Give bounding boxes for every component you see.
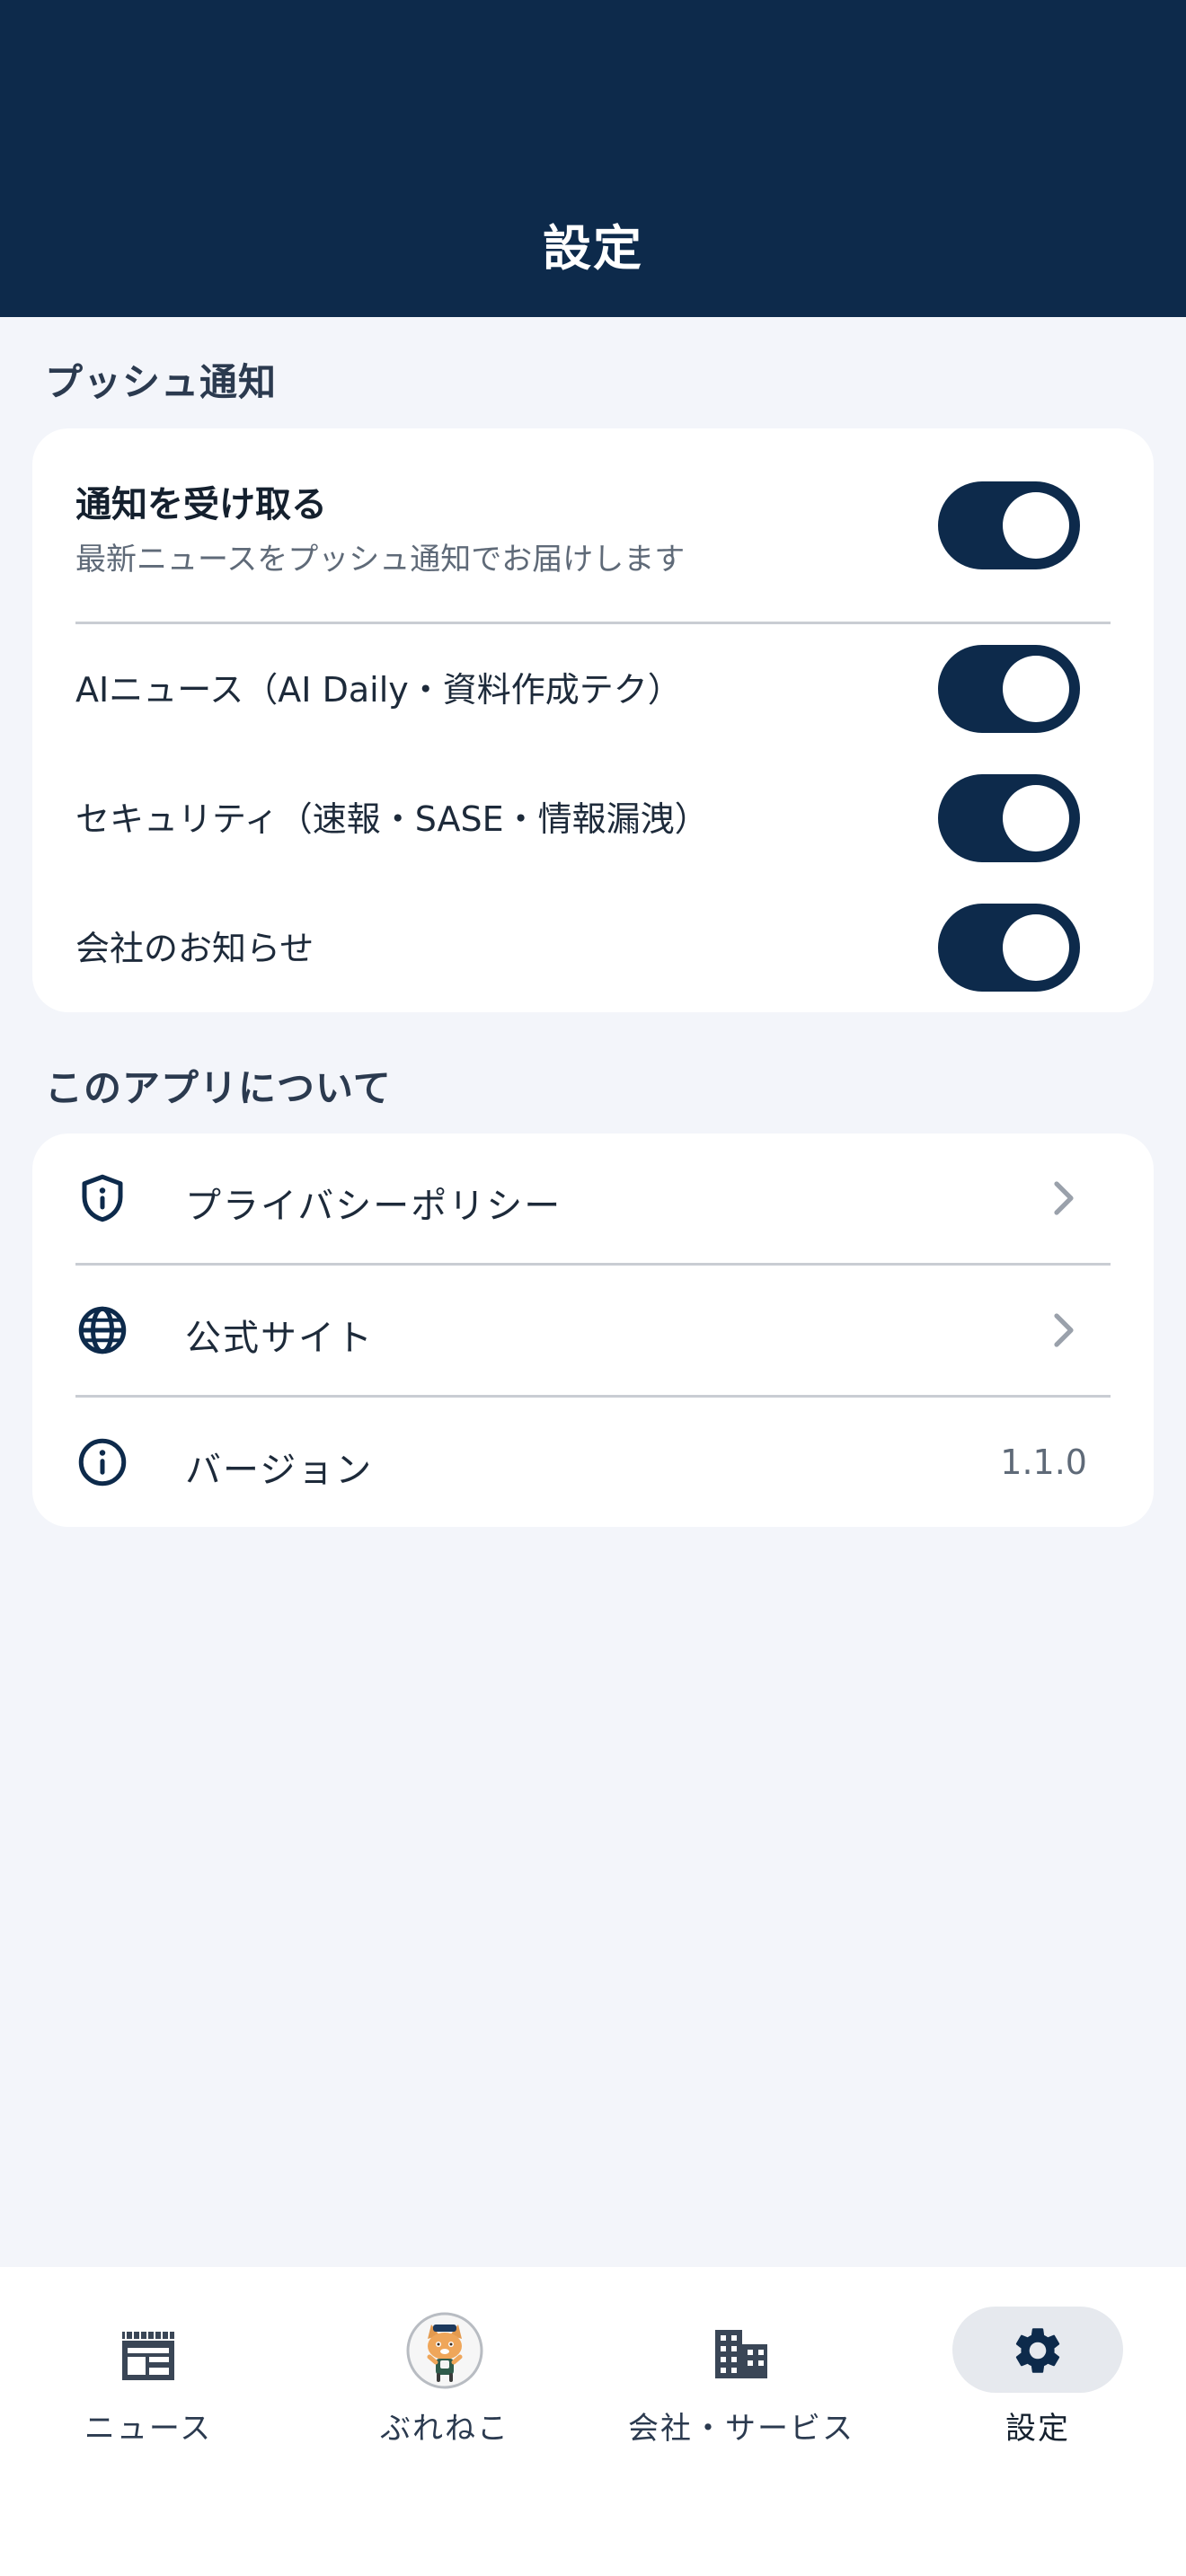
cat-avatar-icon <box>406 2312 483 2389</box>
tab-settings-label: 設定 <box>1005 2411 1070 2447</box>
info-icon <box>78 1438 127 1486</box>
tab-bureneko[interactable]: ぶれねこ <box>310 2303 580 2456</box>
tab-company-services-label: 会社・サービス <box>628 2411 854 2447</box>
toggle-knob <box>1003 785 1069 851</box>
tab-company-services[interactable]: 会社・サービス <box>606 2303 876 2456</box>
tab-settings-icon-wrap <box>1010 2323 1066 2382</box>
toggle-knob <box>1003 492 1069 559</box>
section-title-about: このアプリについて <box>45 1066 392 1110</box>
ai-news-toggle[interactable] <box>938 645 1080 733</box>
tab-news[interactable]: ニュース <box>13 2303 283 2456</box>
gear-icon <box>1015 2328 1060 2373</box>
tab-news-icon-wrap <box>120 2330 176 2386</box>
security-toggle[interactable] <box>938 774 1080 862</box>
version-row: バージョン 1.1.0 <box>32 1398 1154 1527</box>
newspaper-icon <box>122 2332 174 2380</box>
toggle-knob <box>1003 914 1069 981</box>
version-label: バージョン <box>185 1450 374 1491</box>
receive-notifications-title: 通知を受け取る <box>75 484 327 525</box>
building-icon <box>715 2330 767 2378</box>
row-receive-notifications: 通知を受け取る 最新ニュースをプッシュ通知でお届けします <box>32 428 1154 624</box>
official-site-row[interactable]: 公式サイト <box>32 1266 1154 1395</box>
receive-notifications-subtitle: 最新ニュースをプッシュ通知でお届けします <box>75 542 686 578</box>
push-settings-card: 通知を受け取る 最新ニュースをプッシュ通知でお届けします AIニュース（AI D… <box>32 428 1154 1012</box>
app-header: 設定 <box>0 0 1186 317</box>
tab-bureneko-label: ぶれねこ <box>380 2411 509 2447</box>
shield-icon <box>82 1174 123 1222</box>
bottom-tab-bar: ニュース ぶれねこ 会社・サービス 設定 <box>0 2267 1186 2576</box>
official-site-label: 公式サイト <box>185 1318 374 1359</box>
section-title-push: プッシュ通知 <box>45 360 278 404</box>
row-security: セキュリティ（速報・SASE・情報漏洩） <box>32 754 1154 883</box>
receive-notifications-toggle[interactable] <box>938 481 1080 569</box>
tab-bureneko-icon-wrap <box>406 2312 483 2393</box>
company-news-label: 会社のお知らせ <box>75 929 314 968</box>
tab-settings[interactable]: 設定 <box>903 2303 1173 2456</box>
version-value: 1.1.0 <box>1000 1442 1087 1482</box>
company-news-toggle[interactable] <box>938 904 1080 992</box>
page-title: 設定 <box>543 220 643 277</box>
globe-icon <box>78 1306 127 1354</box>
privacy-policy-label: プライバシーポリシー <box>185 1186 562 1227</box>
tab-company-icon-wrap <box>713 2326 769 2386</box>
chevron-right-icon <box>1054 1181 1074 1215</box>
row-company-news: 会社のお知らせ <box>32 883 1154 1012</box>
ai-news-label: AIニュース（AI Daily・資料作成テク） <box>75 670 682 710</box>
tab-news-label: ニュース <box>84 2411 213 2447</box>
chevron-right-icon <box>1054 1313 1074 1347</box>
privacy-policy-row[interactable]: プライバシーポリシー <box>32 1134 1154 1263</box>
row-ai-news: AIニュース（AI Daily・資料作成テク） <box>32 624 1154 754</box>
about-card: プライバシーポリシー 公式サイト バージョン 1.1.0 <box>32 1134 1154 1527</box>
security-label: セキュリティ（速報・SASE・情報漏洩） <box>75 799 709 839</box>
toggle-knob <box>1003 656 1069 722</box>
